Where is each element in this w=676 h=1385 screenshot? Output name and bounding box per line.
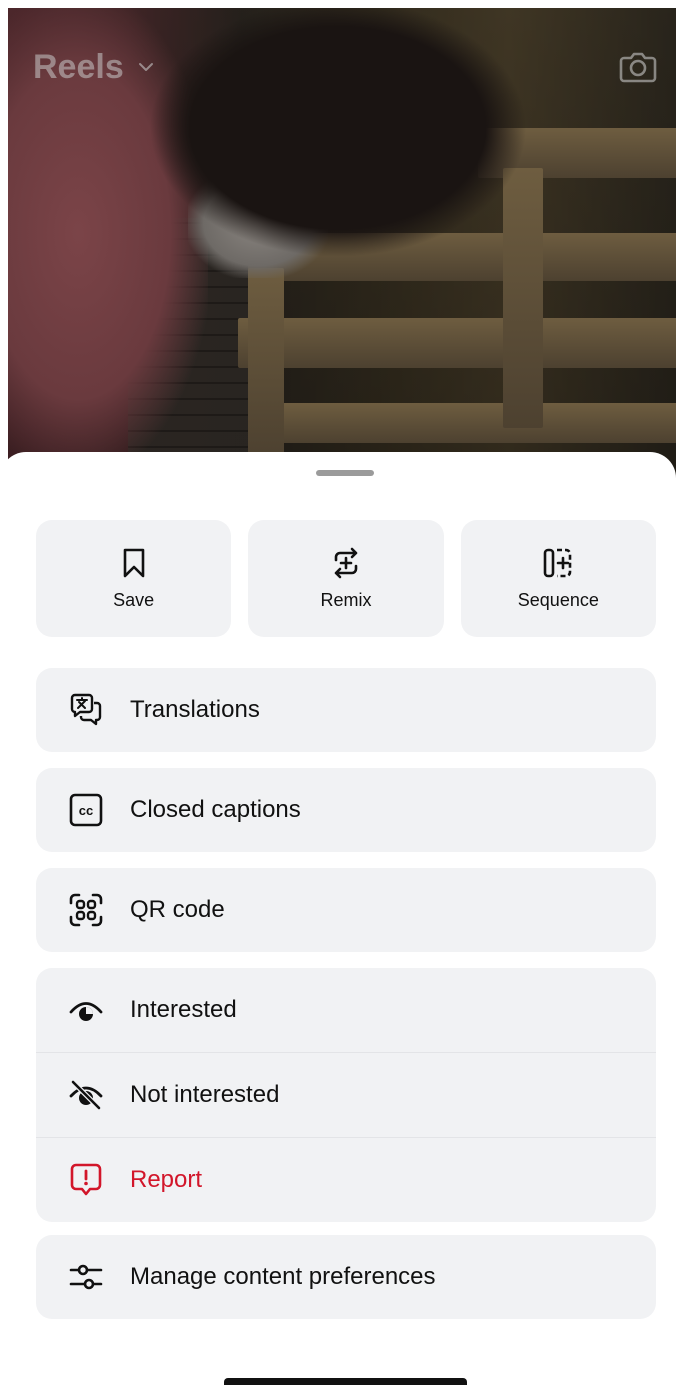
qr-code-option[interactable]: QR code bbox=[36, 868, 656, 952]
pallet-post bbox=[248, 268, 284, 458]
remix-label: Remix bbox=[320, 590, 372, 610]
translate-icon bbox=[70, 693, 102, 726]
manage-content-preferences-option[interactable]: Manage content preferences bbox=[36, 1235, 656, 1319]
reels-top-bar: Reels bbox=[0, 0, 676, 140]
bookmark-icon bbox=[123, 548, 144, 578]
report-option[interactable]: Report bbox=[36, 1138, 656, 1222]
manage-content-preferences-label: Manage content preferences bbox=[130, 1263, 436, 1290]
closed-captions-label: Closed captions bbox=[130, 796, 301, 823]
not-interested-label: Not interested bbox=[130, 1081, 280, 1108]
page-title[interactable]: Reels bbox=[33, 48, 124, 87]
report-icon bbox=[70, 1163, 102, 1196]
quick-actions-row: Save Remix Sequence bbox=[36, 520, 656, 637]
manage-preferences-card: Manage content preferences bbox=[36, 1235, 656, 1319]
sequence-label: Sequence bbox=[517, 590, 599, 610]
chevron-down-icon[interactable] bbox=[137, 58, 155, 76]
remix-button[interactable]: Remix bbox=[248, 520, 444, 637]
options-bottom-sheet: Save Remix Sequence Translations cc Clos… bbox=[0, 452, 676, 1385]
home-indicator bbox=[224, 1378, 467, 1385]
translations-option[interactable]: Translations bbox=[36, 668, 656, 752]
qr-code-card: QR code bbox=[36, 868, 656, 952]
not-interested-eye-icon bbox=[69, 1079, 103, 1111]
interested-option[interactable]: Interested bbox=[36, 968, 656, 1052]
svg-text:cc: cc bbox=[79, 803, 93, 818]
save-button[interactable]: Save bbox=[36, 520, 232, 637]
pallet-plank bbox=[248, 403, 676, 443]
pallet-plank bbox=[238, 318, 676, 368]
sheet-drag-handle[interactable] bbox=[316, 470, 374, 476]
save-label: Save bbox=[113, 590, 155, 610]
qr-code-label: QR code bbox=[130, 896, 225, 923]
closed-captions-card: cc Closed captions bbox=[36, 768, 656, 852]
not-interested-option[interactable]: Not interested bbox=[36, 1053, 656, 1137]
report-label: Report bbox=[130, 1166, 203, 1193]
closed-captions-icon: cc bbox=[69, 793, 103, 827]
translations-card: Translations bbox=[36, 668, 656, 752]
remix-icon bbox=[334, 547, 358, 579]
interested-eye-icon bbox=[69, 1002, 103, 1021]
qr-code-icon bbox=[69, 893, 103, 927]
closed-captions-option[interactable]: cc Closed captions bbox=[36, 768, 656, 852]
feedback-card: Interested Not interested Report bbox=[36, 968, 656, 1222]
camera-icon[interactable] bbox=[618, 46, 658, 86]
sequence-button[interactable]: Sequence bbox=[460, 520, 656, 637]
translations-label: Translations bbox=[130, 696, 260, 723]
sliders-icon bbox=[69, 1264, 103, 1290]
interested-label: Interested bbox=[130, 996, 237, 1023]
sequence-icon bbox=[544, 548, 572, 578]
